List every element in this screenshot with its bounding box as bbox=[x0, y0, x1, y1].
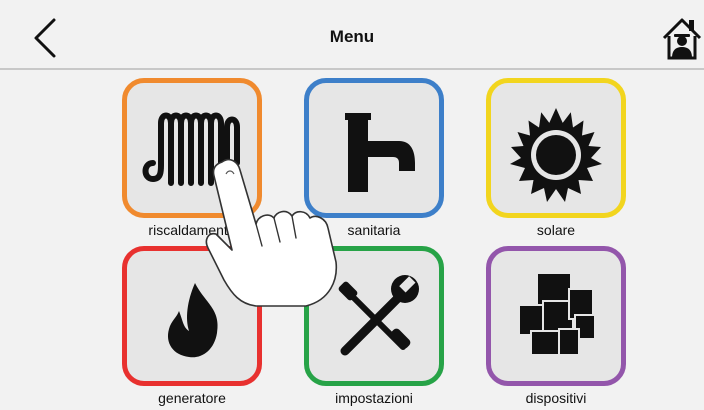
radiator-icon bbox=[142, 112, 240, 189]
devices-icon bbox=[518, 272, 596, 356]
page-title: Menu bbox=[329, 27, 375, 46]
tile-label: dispositivi bbox=[525, 390, 587, 406]
header-bar: Menu bbox=[0, 0, 704, 70]
tile-label: riscaldamento bbox=[148, 222, 236, 238]
home-button[interactable] bbox=[661, 14, 703, 60]
tile-label: generatore bbox=[158, 390, 226, 406]
flame-icon bbox=[167, 283, 218, 358]
home-user-icon bbox=[662, 18, 702, 60]
tools-icon bbox=[338, 275, 419, 356]
tile-label: sanitaria bbox=[347, 222, 401, 238]
faucet-icon bbox=[345, 113, 415, 192]
tile-label: solare bbox=[536, 222, 576, 238]
sun-icon bbox=[510, 108, 602, 202]
tile-label: impostazioni bbox=[335, 390, 413, 406]
